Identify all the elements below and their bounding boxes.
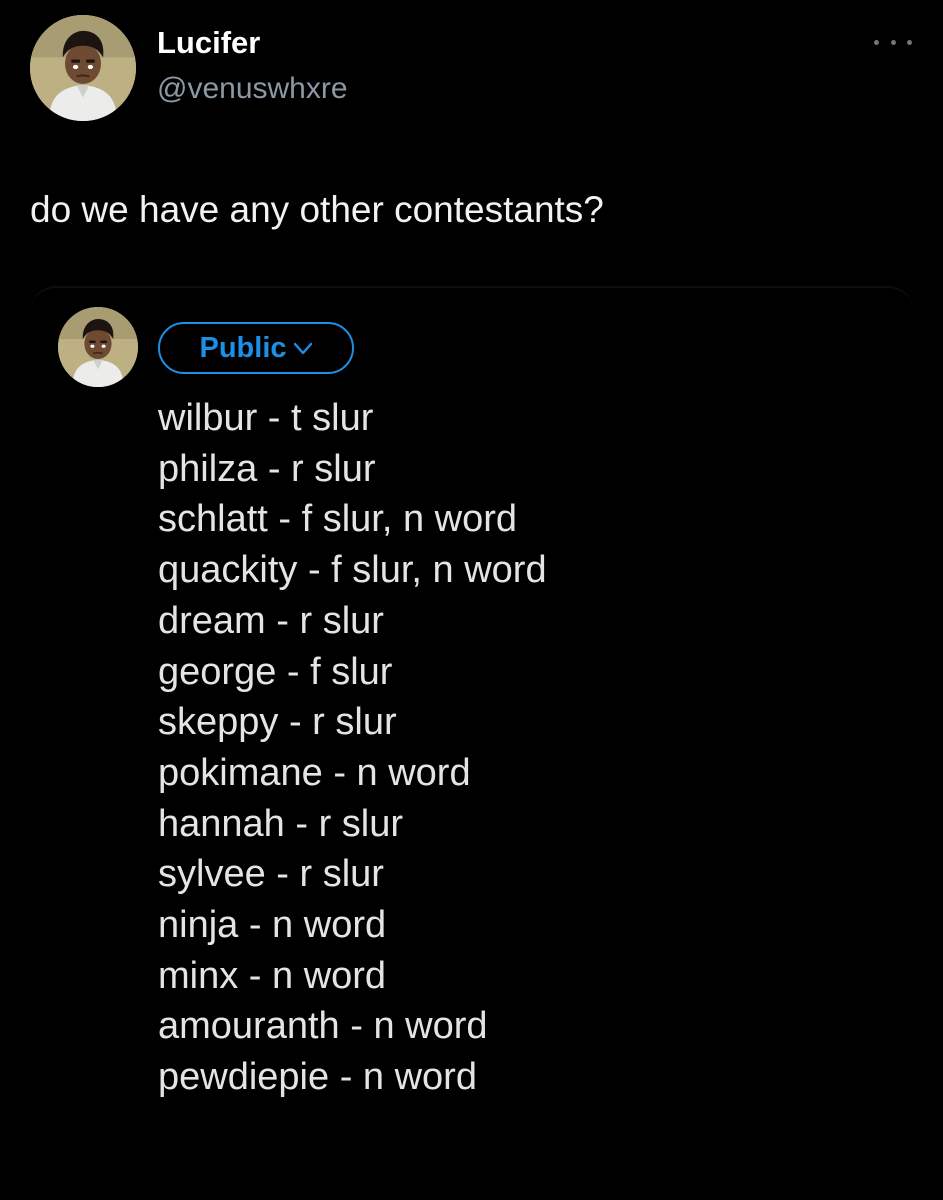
avatar[interactable] [30, 15, 136, 121]
user-handle[interactable]: @venuswhxre [157, 70, 348, 108]
audience-label: Public [199, 332, 287, 364]
list-item: minx - n word [158, 954, 387, 997]
more-icon-dot [907, 39, 912, 45]
list-item: hannah - r slur [158, 802, 404, 845]
quoted-avatar[interactable] [58, 307, 138, 387]
audience-selector-button[interactable]: Public [158, 322, 354, 374]
quoted-avatar-image [58, 307, 138, 387]
list-item: wilbur - t slur [158, 397, 374, 439]
chevron-down-icon [293, 342, 312, 355]
list-item: sylvee - r slur [158, 853, 384, 896]
post-text: do we have any other contestants? [30, 189, 604, 230]
list-item: quackity - f slur, n word [158, 549, 547, 592]
list-item: schlatt - f slur, n word [158, 498, 518, 541]
avatar-image [30, 15, 136, 121]
display-name[interactable]: Lucifer [157, 24, 260, 62]
list-item: ninja - n word [158, 904, 387, 947]
quoted-text-list: wilbur - t slur philza - r slur schlatt … [158, 393, 547, 1103]
list-item: dream - r slur [158, 599, 384, 642]
list-item: pewdiepie - n word [158, 1056, 477, 1099]
more-icon-dot [890, 39, 896, 45]
list-item: amouranth - n word [158, 1005, 488, 1048]
more-options-button[interactable] [874, 30, 912, 54]
more-horizontal-icon [874, 39, 879, 45]
list-item: skeppy - r slur [158, 701, 397, 744]
post-header: Lucifer @venuswhxre [0, 0, 943, 130]
list-item: philza - r slur [158, 447, 376, 490]
list-item: pokimane - n word [158, 751, 471, 794]
list-item: george - f slur [158, 650, 393, 693]
